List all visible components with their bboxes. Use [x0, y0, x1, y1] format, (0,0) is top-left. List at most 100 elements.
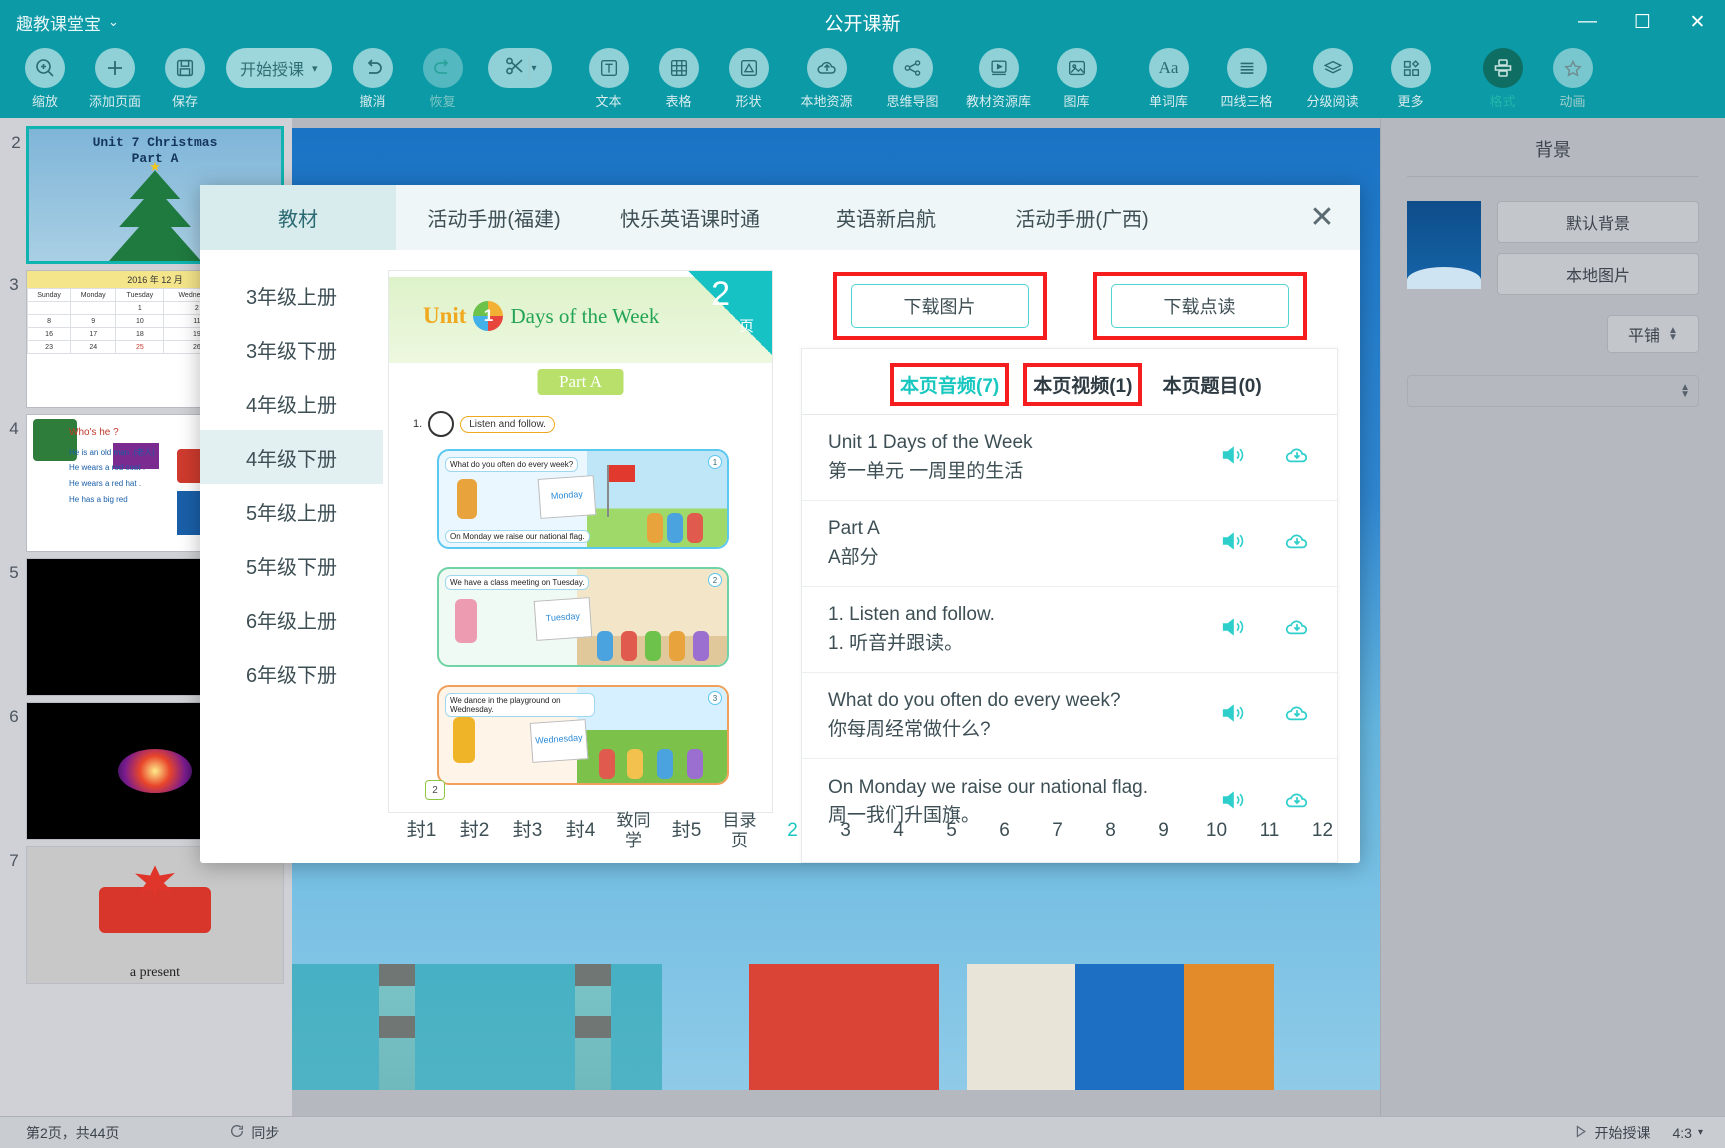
chevron-down-icon[interactable]: ▾: [1698, 1127, 1703, 1138]
tool-undo[interactable]: 撤消: [338, 48, 408, 110]
chevron-down-icon[interactable]: ▾: [532, 63, 537, 74]
tool-graded-reading[interactable]: 分级阅读: [1290, 48, 1376, 110]
tab-textbook[interactable]: 教材: [200, 185, 396, 250]
tool-animation[interactable]: 动画: [1538, 48, 1608, 110]
tool-four-line-grid[interactable]: 四线三格: [1204, 48, 1290, 110]
tool-textbook-library[interactable]: 教材资源库: [956, 48, 1042, 110]
page-button-4[interactable]: 4: [872, 820, 925, 842]
tab-happy-english[interactable]: 快乐英语课时通: [592, 185, 788, 250]
tool-image-library[interactable]: 图库: [1042, 48, 1112, 110]
page-button-cover2[interactable]: 封2: [448, 820, 501, 842]
speaker-icon[interactable]: [1219, 441, 1247, 474]
grade-item-6-2[interactable]: 6年级下册: [200, 646, 383, 700]
sync-button[interactable]: 同步: [229, 1123, 279, 1143]
tool-text[interactable]: 文本: [574, 48, 644, 110]
page-button-3[interactable]: 3: [819, 820, 872, 842]
tab-new-start-english[interactable]: 英语新启航: [788, 185, 984, 250]
tool-table[interactable]: 表格: [644, 48, 714, 110]
tab-page-video[interactable]: 本页视频(1): [1023, 363, 1143, 406]
cloud-download-icon[interactable]: [1283, 441, 1311, 474]
page-button-cover1[interactable]: 封1: [395, 820, 448, 842]
page-button-2[interactable]: 2: [766, 820, 819, 842]
page-button-5[interactable]: 5: [925, 820, 978, 842]
tool-format[interactable]: 格式: [1468, 48, 1538, 110]
app-brand[interactable]: 趣教课堂宝 ⌄: [16, 10, 119, 35]
slide-thumbnail[interactable]: 7 a present: [9, 846, 284, 984]
speaker-icon[interactable]: [1219, 699, 1247, 732]
tab-page-audio[interactable]: 本页音频(7): [890, 363, 1010, 406]
background-panel[interactable]: 背景 默认背景 本地图片 平铺 ▲ ▼ ▲ ▼: [1380, 118, 1725, 1116]
tool-save[interactable]: 保存: [150, 48, 220, 110]
grade-item-6-1[interactable]: 6年级上册: [200, 592, 383, 646]
close-icon[interactable]: ✕: [1304, 199, 1340, 235]
download-image-button[interactable]: 下载图片: [850, 284, 1029, 328]
grade-item-4-2[interactable]: 4年级下册: [200, 430, 383, 484]
page-button-cover3[interactable]: 封3: [501, 820, 554, 842]
minimize-icon[interactable]: —: [1560, 0, 1615, 44]
maximize-icon[interactable]: ☐: [1615, 0, 1670, 44]
tab-activity-book-guangxi[interactable]: 活动手册(广西): [984, 185, 1180, 250]
list-item[interactable]: 1. Listen and follow. 1. 听音并跟读。: [802, 587, 1337, 673]
page-button-8[interactable]: 8: [1084, 820, 1137, 842]
fill-mode-select[interactable]: 平铺 ▲ ▼: [1607, 315, 1699, 353]
grade-item-5-2[interactable]: 5年级下册: [200, 538, 383, 592]
speaker-icon[interactable]: [1219, 613, 1247, 646]
resource-list[interactable]: Unit 1 Days of the Week 第一单元 一周里的生活 Part…: [802, 414, 1337, 845]
tool-add-page[interactable]: 添加页面: [80, 48, 150, 110]
tool-zoom[interactable]: 缩放: [10, 48, 80, 110]
page-button-toc[interactable]: 目录 页: [713, 811, 766, 850]
cut-button[interactable]: ▾: [487, 48, 552, 88]
cloud-download-icon[interactable]: [1283, 527, 1311, 560]
speech-bubble: What do you often do every week?: [445, 457, 579, 472]
chevron-down-icon[interactable]: ▾: [312, 62, 318, 75]
default-background-button[interactable]: 默认背景: [1497, 201, 1699, 243]
chevron-down-icon[interactable]: ⌄: [108, 14, 119, 30]
grade-item-3-2[interactable]: 3年级下册: [200, 322, 383, 376]
page-button-6[interactable]: 6: [978, 820, 1031, 842]
speaker-icon[interactable]: [1219, 527, 1247, 560]
tab-page-questions[interactable]: 本页题目(0): [1156, 367, 1267, 402]
page-button-cover4[interactable]: 封4: [554, 820, 607, 842]
tool-word-bank[interactable]: Aa 单词库: [1134, 48, 1204, 110]
unit-word: Unit: [423, 303, 467, 328]
stepper-arrows-icon[interactable]: ▲ ▼: [1680, 383, 1690, 400]
list-item[interactable]: Part A A部分: [802, 501, 1337, 587]
tool-shape[interactable]: 形状: [714, 48, 784, 110]
calendar-cell: 10: [115, 314, 165, 328]
local-image-button[interactable]: 本地图片: [1497, 253, 1699, 295]
page-button-11[interactable]: 11: [1243, 820, 1296, 842]
list-item[interactable]: What do you often do every week? 你每周经常做什…: [802, 673, 1337, 759]
book-page-preview[interactable]: 2 页 Unit 1 Days of the Week Part A 1. Li…: [388, 270, 773, 813]
cloud-download-icon[interactable]: [1283, 699, 1311, 732]
download-point-read-button[interactable]: 下载点读: [1110, 284, 1289, 328]
grade-item-4-1[interactable]: 4年级上册: [200, 376, 383, 430]
start-lesson-button[interactable]: 开始授课 ▾: [226, 48, 332, 88]
background-thumbnail[interactable]: [1407, 201, 1481, 289]
save-icon: [165, 48, 205, 88]
tool-local-resource[interactable]: 本地资源: [784, 48, 870, 110]
textbook-resource-modal[interactable]: 教材 活动手册(福建) 快乐英语课时通 英语新启航 活动手册(广西) ✕ 3年级…: [200, 185, 1360, 863]
tool-mindmap[interactable]: 思维导图: [870, 48, 956, 110]
list-item[interactable]: Unit 1 Days of the Week 第一单元 一周里的生活: [802, 415, 1337, 501]
page-button-7[interactable]: 7: [1031, 820, 1084, 842]
stepper-arrows-icon[interactable]: ▲ ▼: [1668, 326, 1678, 343]
grade-list[interactable]: 3年级上册 3年级下册 4年级上册 4年级下册 5年级上册 5年级下册 6年级上…: [200, 250, 383, 863]
page-button-cover5[interactable]: 封5: [660, 820, 713, 842]
start-lesson-status-button[interactable]: 开始授课: [1573, 1123, 1651, 1143]
page-pagination[interactable]: 封1 封2 封3 封4 致同 学 封5 目录 页 2 3 4 5 6 7 8 9…: [200, 799, 1360, 863]
tool-label: 形状: [735, 94, 762, 109]
secondary-field[interactable]: ▲ ▼: [1407, 375, 1699, 407]
page-button-10[interactable]: 10: [1190, 820, 1243, 842]
grade-item-5-1[interactable]: 5年级上册: [200, 484, 383, 538]
tool-more[interactable]: 更多: [1376, 48, 1446, 110]
book-preview-pane[interactable]: 2 页 Unit 1 Days of the Week Part A 1. Li…: [383, 250, 783, 863]
aspect-ratio-select[interactable]: 4:3 ▾: [1673, 1125, 1704, 1141]
page-button-9[interactable]: 9: [1137, 820, 1190, 842]
tool-redo[interactable]: 恢复: [408, 48, 478, 110]
cloud-download-icon[interactable]: [1283, 613, 1311, 646]
page-button-to-students[interactable]: 致同 学: [607, 811, 660, 850]
close-icon[interactable]: ✕: [1670, 0, 1725, 44]
tab-activity-book-fujian[interactable]: 活动手册(福建): [396, 185, 592, 250]
page-button-12[interactable]: 12: [1296, 820, 1349, 842]
grade-item-3-1[interactable]: 3年级上册: [200, 268, 383, 322]
